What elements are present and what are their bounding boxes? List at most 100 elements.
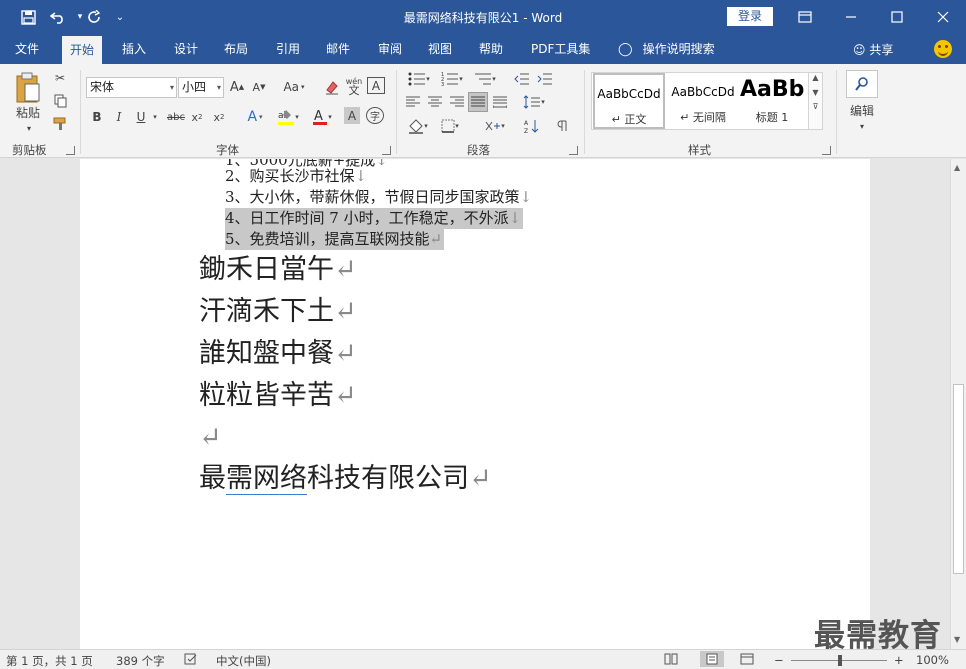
grow-font-icon[interactable]: A ▲ <box>228 77 246 97</box>
redo-icon[interactable] <box>82 6 106 28</box>
clear-formatting-icon[interactable] <box>322 77 342 97</box>
font-name-combo[interactable]: 宋体 ▾ <box>86 77 177 98</box>
underline-icon[interactable]: U <box>132 107 150 127</box>
status-bar: 第 1 页，共 1 页 389 个字 中文(中国) − + 100% <box>0 649 966 669</box>
cut-icon[interactable]: ✂ <box>51 68 69 88</box>
text-effects-icon[interactable]: A ▾ <box>241 107 269 127</box>
scroll-down-icon[interactable]: ▼ <box>809 88 822 97</box>
save-icon[interactable] <box>16 6 40 28</box>
bold-icon[interactable]: B <box>88 107 106 127</box>
more-styles-icon[interactable]: ⊽ <box>809 102 822 111</box>
word-count[interactable]: 389 个字 <box>116 653 165 669</box>
customize-quick-access-icon[interactable]: ⌄ <box>108 6 132 28</box>
zoom-slider-thumb[interactable] <box>838 655 842 666</box>
character-border-icon[interactable]: A <box>367 77 385 94</box>
paragraph-launcher-icon[interactable] <box>569 146 578 155</box>
subscript-icon[interactable]: x2 <box>188 107 206 127</box>
phonetic-guide-icon[interactable]: wén 文 <box>344 76 364 96</box>
print-layout-icon[interactable] <box>700 651 724 667</box>
style-heading-1[interactable]: AaBb 标题 1 <box>740 73 804 129</box>
minimize-icon[interactable] <box>828 0 874 34</box>
style-no-spacing[interactable]: AaBbCcDd ↵ 无间隔 <box>667 73 739 129</box>
ribbon-display-options-icon[interactable] <box>782 0 828 34</box>
decrease-indent-icon[interactable] <box>512 69 532 89</box>
font-launcher-icon[interactable] <box>382 146 391 155</box>
styles-launcher-icon[interactable] <box>822 146 831 155</box>
page-count[interactable]: 第 1 页，共 1 页 <box>6 653 93 669</box>
web-layout-icon[interactable] <box>740 653 754 668</box>
paste-dropdown-icon[interactable]: ▾ <box>24 118 34 138</box>
increase-indent-icon[interactable] <box>535 69 555 89</box>
maximize-icon[interactable] <box>874 0 920 34</box>
align-center-icon[interactable] <box>426 92 444 112</box>
bullets-icon[interactable]: ▾ <box>404 69 434 89</box>
strikethrough-icon[interactable]: abc <box>166 107 186 127</box>
justify-icon[interactable] <box>468 92 488 112</box>
tab-home[interactable]: 开始 <box>62 36 103 64</box>
superscript-icon[interactable]: x2 <box>210 107 228 127</box>
feedback-smiley-icon[interactable] <box>934 40 952 58</box>
styles-scroll[interactable]: ▲ ▼ ⊽ <box>808 72 823 130</box>
italic-icon[interactable]: I <box>110 107 128 127</box>
underline-dropdown-icon[interactable]: ▾ <box>150 107 160 127</box>
show-formatting-marks-icon[interactable] <box>554 116 572 136</box>
read-mode-icon[interactable] <box>664 653 678 668</box>
zoom-level[interactable]: 100% <box>916 653 949 667</box>
tab-mailings[interactable]: 邮件 <box>318 34 358 64</box>
scroll-up-icon[interactable]: ▲ <box>954 163 960 172</box>
format-painter-icon[interactable] <box>51 114 69 134</box>
borders-icon[interactable]: ▾ <box>436 116 464 136</box>
shading-icon[interactable]: ▾ <box>404 116 432 136</box>
tab-view[interactable]: 视图 <box>420 34 460 64</box>
copy-icon[interactable] <box>51 91 69 111</box>
clipboard-launcher-icon[interactable] <box>66 146 75 155</box>
font-color-icon[interactable]: A ▾ <box>308 107 336 127</box>
document-page[interactable]: 1、5000元底薪+提成↓ 2、购买长沙市社保↓ 3、大小休，带薪休假，节假日同… <box>80 159 870 649</box>
change-case-icon[interactable]: Aa ▾ <box>279 77 309 97</box>
multilevel-list-icon[interactable]: ▾ <box>470 69 500 89</box>
list-text: 2、购买长沙市社保 <box>225 167 355 185</box>
tab-design[interactable]: 设计 <box>166 34 206 64</box>
scroll-up-icon[interactable]: ▲ <box>809 73 822 82</box>
numbering-icon[interactable]: 1 2 3 ▾ <box>437 69 467 89</box>
font-size-combo[interactable]: 小四 ▾ <box>178 77 224 98</box>
zoom-out-icon[interactable]: − <box>774 653 784 667</box>
align-left-icon[interactable] <box>404 92 422 112</box>
tab-file[interactable]: 文件 <box>7 34 47 64</box>
tab-layout[interactable]: 布局 <box>216 34 256 64</box>
asian-layout-icon[interactable]: ▾ <box>481 116 509 136</box>
undo-icon[interactable] <box>46 6 70 28</box>
line-spacing-icon[interactable]: ▾ <box>519 92 549 112</box>
line-break-mark: ↓ <box>519 188 533 206</box>
sort-icon[interactable]: AZ <box>522 116 542 136</box>
scroll-down-icon[interactable]: ▼ <box>954 635 960 644</box>
style-normal[interactable]: AaBbCcDd ↵ 正文 <box>593 73 665 129</box>
login-button[interactable]: 登录 <box>727 7 773 26</box>
editing-dropdown-icon[interactable]: ▾ <box>857 116 867 136</box>
tab-review[interactable]: 审阅 <box>370 34 410 64</box>
character-shading-icon[interactable]: A <box>344 107 360 124</box>
chevron-down-icon: ▾ <box>216 83 221 92</box>
lightbulb-icon: ◯ <box>618 42 633 57</box>
svg-text:A: A <box>524 120 529 127</box>
find-icon[interactable] <box>846 70 878 98</box>
language[interactable]: 中文(中国) <box>216 653 271 669</box>
proofing-icon[interactable] <box>184 653 198 668</box>
shrink-font-icon[interactable]: A ▼ <box>250 77 268 97</box>
tell-me-search[interactable]: ◯ 操作说明搜索 <box>610 34 723 64</box>
tab-insert[interactable]: 插入 <box>114 34 154 64</box>
tab-pdf-tools[interactable]: PDF工具集 <box>523 34 598 64</box>
zoom-in-icon[interactable]: + <box>894 653 904 667</box>
paste-icon[interactable] <box>12 72 44 104</box>
paragraph-mark: ↵ <box>469 463 492 494</box>
align-right-icon[interactable] <box>448 92 466 112</box>
close-icon[interactable] <box>920 0 966 34</box>
share-button[interactable]: ☺ 共享 <box>853 41 893 58</box>
distributed-icon[interactable] <box>491 92 509 112</box>
highlight-color-icon[interactable]: ab ▾ <box>273 107 303 127</box>
tab-help[interactable]: 帮助 <box>471 34 511 64</box>
vertical-scrollbar[interactable]: ▲ ▼ <box>950 159 966 649</box>
scrollbar-thumb[interactable] <box>953 384 964 574</box>
enclose-characters-icon[interactable]: 字 <box>366 107 384 124</box>
tab-references[interactable]: 引用 <box>268 34 308 64</box>
